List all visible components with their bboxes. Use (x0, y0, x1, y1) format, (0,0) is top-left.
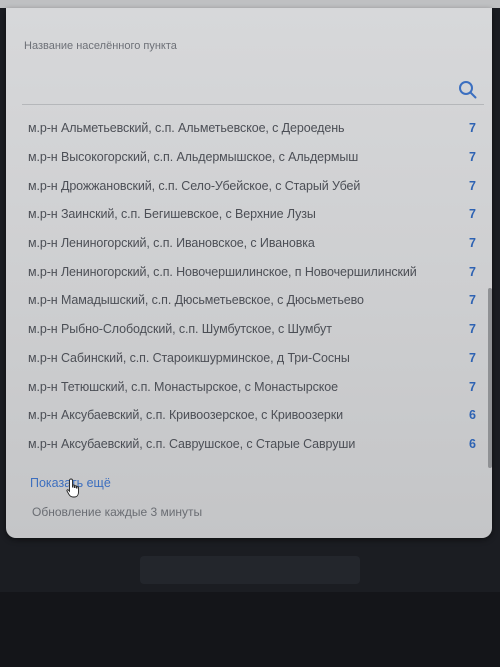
settlement-count: 7 (469, 293, 476, 308)
list-item[interactable]: м.р-н Заинский, с.п. Бегишевское, с Верх… (6, 200, 492, 229)
settlement-count: 7 (469, 178, 476, 193)
results-list: м.р-н Альметьевский, с.п. Альметьевское,… (6, 114, 492, 458)
list-item[interactable]: м.р-н Дрожжановский, с.п. Село-Убейское,… (6, 171, 492, 200)
settlement-name: м.р-н Аксубаевский, с.п. Кривоозерское, … (28, 408, 344, 423)
search-underline (22, 104, 484, 105)
hand-cursor-icon (66, 478, 82, 500)
settlement-name: м.р-н Заинский, с.п. Бегишевское, с Верх… (28, 207, 316, 222)
settlement-name: м.р-н Сабинский, с.п. Староикшурминское,… (28, 350, 350, 365)
screen-top-edge (0, 0, 500, 8)
settlement-name: м.р-н Лениногорский, с.п. Новочершилинск… (28, 264, 417, 279)
settlement-name: м.р-н Дрожжановский, с.п. Село-Убейское,… (28, 178, 361, 193)
settlement-count: 7 (469, 121, 476, 136)
settlement-name: м.р-н Альметьевский, с.п. Альметьевское,… (28, 121, 345, 136)
background-bar (140, 556, 360, 584)
list-item[interactable]: м.р-н Мамадышский, с.п. Дюсьметьевское, … (6, 286, 492, 315)
list-item[interactable]: м.р-н Альметьевский, с.п. Альметьевское,… (6, 114, 492, 143)
search-label: Название населённого пункта (24, 40, 177, 52)
settlement-name: м.р-н Аксубаевский, с.п. Саврушское, с С… (28, 436, 356, 451)
settlement-name: м.р-н Тетюшский, с.п. Монастырское, с Мо… (28, 379, 338, 394)
settlements-panel: Название населённого пункта м.р-н Альмет… (6, 8, 492, 538)
settlement-count: 6 (469, 436, 476, 451)
scrollbar[interactable] (488, 138, 492, 468)
list-item[interactable]: м.р-н Лениногорский, с.п. Новочершилинск… (6, 257, 492, 286)
settlement-count: 7 (469, 236, 476, 251)
settlement-count: 7 (469, 207, 476, 222)
search-block: Название населённого пункта (6, 8, 492, 108)
settlement-name: м.р-н Лениногорский, с.п. Ивановское, с … (28, 236, 315, 251)
settlement-count: 7 (469, 379, 476, 394)
settlement-count: 7 (469, 264, 476, 279)
list-item[interactable]: м.р-н Аксубаевский, с.п. Саврушское, с С… (6, 430, 492, 459)
settlement-count: 7 (469, 322, 476, 337)
settlement-count: 6 (469, 408, 476, 423)
update-note: Обновление каждые 3 минуты (32, 505, 203, 519)
scrollbar-thumb[interactable] (488, 288, 492, 468)
settlement-name: м.р-н Высокогорский, с.п. Альдермышское,… (28, 150, 359, 165)
list-item[interactable]: м.р-н Лениногорский, с.п. Ивановское, с … (6, 229, 492, 258)
list-item[interactable]: м.р-н Тетюшский, с.п. Монастырское, с Мо… (6, 372, 492, 401)
footer-band (0, 592, 500, 667)
list-item[interactable]: м.р-н Высокогорский, с.п. Альдермышское,… (6, 143, 492, 172)
search-icon[interactable] (458, 80, 478, 100)
list-item[interactable]: м.р-н Сабинский, с.п. Староикшурминское,… (6, 344, 492, 373)
settlement-name: м.р-н Рыбно-Слободский, с.п. Шумбутское,… (28, 322, 332, 337)
settlement-count: 7 (469, 150, 476, 165)
list-item[interactable]: м.р-н Рыбно-Слободский, с.п. Шумбутское,… (6, 315, 492, 344)
settlement-count: 7 (469, 350, 476, 365)
settlement-name: м.р-н Мамадышский, с.п. Дюсьметьевское, … (28, 293, 364, 308)
list-item[interactable]: м.р-н Аксубаевский, с.п. Кривоозерское, … (6, 401, 492, 430)
search-input[interactable] (20, 60, 484, 102)
